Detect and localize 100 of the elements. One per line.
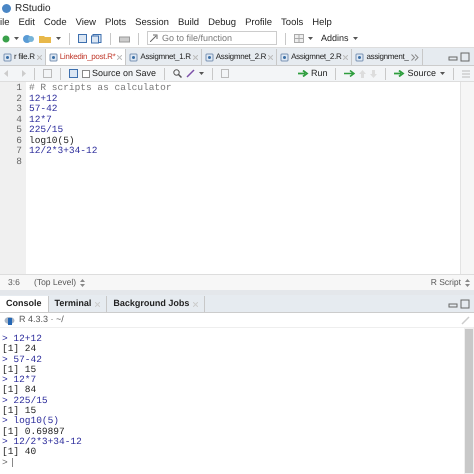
- line-number: 7: [16, 146, 22, 156]
- window-title: RStudio: [15, 2, 51, 16]
- save-icon[interactable]: [69, 69, 78, 78]
- console-prompt: >: [2, 458, 8, 468]
- save-icon[interactable]: [78, 34, 87, 43]
- arrow-icon: [394, 70, 406, 77]
- document-icon: [129, 52, 138, 62]
- console-command-text: > 12+12: [2, 334, 42, 344]
- addins-menu[interactable]: Addins: [321, 32, 358, 46]
- rerun-icon[interactable]: [344, 70, 356, 77]
- close-icon[interactable]: [343, 54, 348, 60]
- source-button[interactable]: Source: [394, 66, 436, 80]
- console-command-text: > 57-42: [2, 354, 42, 365]
- input-cursor[interactable]: [12, 458, 13, 468]
- menu-item[interactable]: Profile: [245, 16, 272, 30]
- document-icon: [280, 52, 290, 62]
- console-output-text: [1] 24: [2, 344, 36, 355]
- line-number: 1: [16, 83, 22, 94]
- arrow-icon: [150, 34, 158, 42]
- console-output-text: [1] 15: [2, 364, 36, 375]
- document-icon: [48, 52, 58, 62]
- code-line: log10(5): [29, 136, 75, 146]
- open-folder-icon[interactable]: [39, 34, 52, 44]
- search-icon[interactable]: [173, 69, 182, 78]
- up-icon[interactable]: [359, 70, 366, 78]
- caret-icon: [308, 37, 313, 40]
- grid-icon[interactable]: [294, 34, 304, 43]
- file-tab[interactable]: Assigmnet_1.R: [126, 49, 202, 65]
- save-all-icon[interactable]: [91, 34, 102, 44]
- document-icon: [355, 52, 364, 62]
- file-tab[interactable]: Assigmnet_2.R: [277, 49, 352, 65]
- caret-icon: [440, 72, 445, 75]
- maximize-icon[interactable]: [460, 52, 470, 62]
- file-tab[interactable]: r file.R: [0, 49, 46, 65]
- line-number: 6: [16, 136, 22, 146]
- console-output-text: [1] 84: [2, 385, 36, 396]
- line-number: 3: [16, 104, 22, 114]
- maximize-icon[interactable]: [460, 298, 470, 308]
- checkbox-label: Source on Save: [92, 66, 156, 80]
- console-command-text: > 225/15: [2, 396, 48, 406]
- line-number: 2: [16, 94, 22, 104]
- more-tabs-icon[interactable]: [410, 54, 419, 60]
- code-line: 12+12: [29, 94, 58, 104]
- line-number: 8: [16, 156, 22, 167]
- console-tab[interactable]: Terminal: [48, 296, 108, 312]
- file-tab[interactable]: Linkedin_post.R*: [46, 49, 126, 65]
- code-line: # R scripts as calculator: [29, 83, 172, 94]
- line-number: 4: [16, 114, 22, 125]
- updown-icon: [465, 278, 470, 286]
- document-icon: [3, 52, 12, 62]
- caret-icon: [352, 37, 358, 40]
- caret-icon: [14, 37, 19, 40]
- code-line: 57-42: [29, 104, 58, 114]
- menu-item[interactable]: Session: [135, 16, 169, 30]
- file-tab[interactable]: assignment_: [352, 49, 423, 65]
- code-line: 225/15: [29, 125, 64, 136]
- code-line: 12/2*3+34-12: [29, 146, 98, 156]
- menu-item[interactable]: Debug: [208, 16, 236, 30]
- console-output-text: [1] 40: [2, 447, 36, 458]
- console-output-text: [1] 0.69897: [2, 426, 65, 437]
- run-button[interactable]: Run: [298, 66, 328, 80]
- file-tab[interactable]: Assigmnet_2.R: [202, 49, 278, 65]
- close-icon[interactable]: [117, 54, 122, 60]
- console-command-text: > 12*7: [2, 375, 36, 386]
- close-icon[interactable]: [36, 54, 42, 60]
- code-line: 12*7: [29, 114, 52, 125]
- close-icon[interactable]: [193, 302, 198, 306]
- lines-icon[interactable]: [462, 70, 470, 78]
- console-header: R 4.3.3 · ~/: [19, 313, 64, 326]
- menu-item[interactable]: Edit: [18, 16, 35, 30]
- console-command-text: > log10(5): [2, 416, 60, 427]
- console-tab[interactable]: Background Jobs: [107, 296, 206, 312]
- console-tab[interactable]: Console: [0, 296, 49, 312]
- r-logo-icon: [4, 316, 15, 324]
- close-icon[interactable]: [95, 302, 100, 306]
- menu-item[interactable]: ile: [0, 16, 10, 30]
- close-icon[interactable]: [268, 54, 274, 60]
- console-command-text: > 12/2*3+34-12: [2, 436, 82, 447]
- caret-icon: [56, 37, 61, 40]
- line-number: 5: [16, 125, 22, 136]
- updown-icon: [80, 278, 86, 286]
- menu-item[interactable]: Tools: [281, 16, 304, 30]
- menu-item[interactable]: Code: [44, 16, 67, 30]
- down-icon[interactable]: [370, 70, 378, 78]
- caret-icon: [199, 72, 204, 75]
- app-logo-icon: [2, 4, 11, 12]
- menu-item[interactable]: View: [76, 16, 96, 30]
- console-output-text: [1] 15: [2, 406, 36, 416]
- document-icon: [204, 52, 214, 62]
- file-type-selector[interactable]: R Script: [430, 276, 470, 289]
- menu-item[interactable]: Build: [178, 16, 200, 30]
- source-on-save-checkbox[interactable]: [82, 70, 90, 78]
- arrow-icon: [298, 70, 309, 77]
- cursor-position: 3:6: [7, 276, 21, 289]
- close-icon[interactable]: [192, 54, 198, 60]
- menu-item[interactable]: Plots: [105, 16, 126, 30]
- scope-selector[interactable]: (Top Level): [34, 276, 86, 289]
- scrollbar[interactable]: [464, 328, 474, 474]
- goto-field[interactable]: Go to file/function: [147, 31, 277, 46]
- menu-item[interactable]: Help: [312, 16, 332, 30]
